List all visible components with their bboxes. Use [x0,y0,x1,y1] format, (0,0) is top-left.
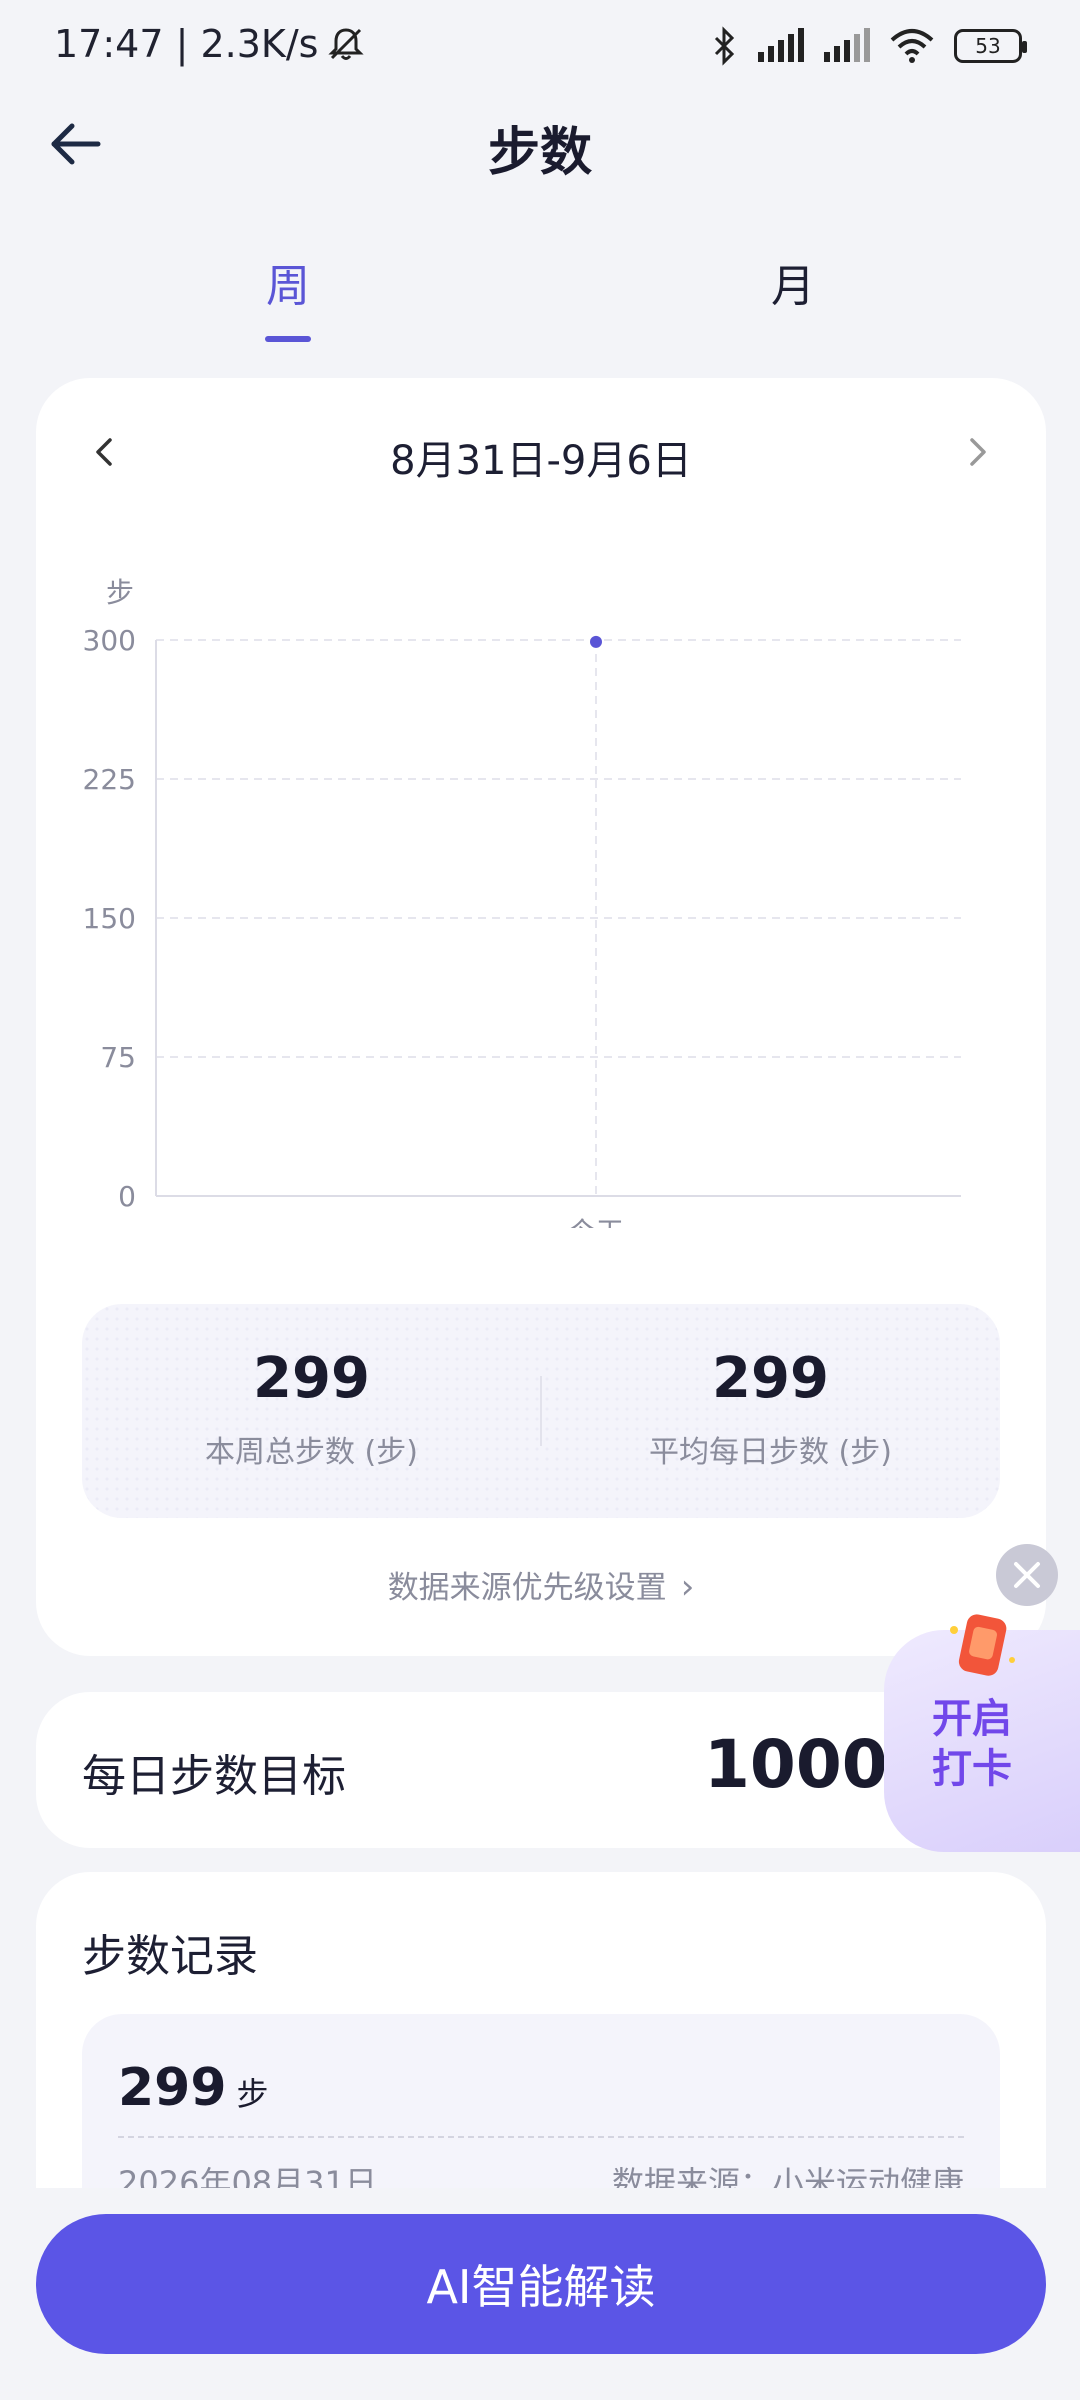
check-in-line1: 开启 [932,1696,1012,1742]
chevron-right-icon[interactable] [958,432,998,472]
record-divider [118,2136,964,2138]
tab-active-indicator [265,336,311,342]
steps-chart-card: 8月31日-9月6日 步 300 225 150 75 0 今天 299 本周总步数 (… [36,378,1046,1656]
x-axis-ticks: 今天 [568,1216,624,1228]
chevron-right-icon: › [680,1567,695,1607]
y-tick-label: 150 [83,902,136,935]
check-in-widget[interactable]: 开启 打卡 [884,1614,1080,1852]
records-title: 步数记录 [82,1931,258,1982]
phone-gift-icon [950,1614,1015,1676]
chart-points [590,635,602,648]
status-left: 17:47 | 2.3K/s [54,22,366,66]
data-source-priority-link[interactable]: 数据来源优先级设置 › [36,1562,1046,1607]
close-icon [1014,1562,1040,1588]
signal-hd-icon [824,28,870,62]
y-tick-label: 0 [118,1180,136,1213]
wifi-icon [890,29,934,63]
weekly-summary: 299 本周总步数 (步) 299 平均每日步数 (步) [82,1304,1000,1518]
summary-average: 299 平均每日步数 (步) [541,1346,1000,1471]
app-header: 步数 [0,100,1080,192]
date-range-label: 8月31日-9月6日 [390,438,692,484]
daily-goal-label: 每日步数目标 [82,1751,346,1802]
avg-steps-label: 平均每日步数 (步) [649,1435,892,1470]
steps-chart: 步 300 225 150 75 0 今天 [83,576,961,1228]
battery-level: 53 [975,34,1001,58]
tab-week[interactable]: 周 [208,250,368,314]
mute-icon [328,28,365,60]
battery-icon: 53 [954,29,1027,63]
total-steps-label: 本周总步数 (步) [205,1435,418,1470]
tab-month[interactable]: 月 [713,250,873,314]
summary-total: 299 本周总步数 (步) [82,1346,541,1471]
x-tick-label: 今天 [568,1216,624,1228]
data-point[interactable] [590,635,602,648]
y-tick-label: 75 [100,1041,136,1074]
status-time-speed: 17:47 | 2.3K/s [54,22,319,66]
period-tabs: 周 月 [0,250,1080,350]
check-in-line2: 打卡 [932,1746,1012,1792]
chart-grid [155,639,961,1197]
bluetooth-icon [714,26,735,66]
record-steps-value: 299 [118,2058,227,2118]
data-source-priority-label: 数据来源优先级设置 [387,1570,667,1606]
page-title: 步数 [487,123,592,183]
status-right: 53 [712,26,1027,66]
signal-r-icon [758,28,804,62]
y-axis-unit-label: 步 [106,576,134,609]
record-steps-unit: 步 [236,2075,269,2113]
floating-close-button[interactable] [996,1544,1058,1606]
check-in-label: 开启 打卡 [932,1694,1012,1794]
y-tick-label: 225 [83,763,136,796]
record-steps: 299 步 [118,2058,269,2118]
avg-steps-value: 299 [712,1346,829,1411]
status-bar: 17:47 | 2.3K/s 53 [0,0,1080,100]
total-steps-value: 299 [253,1346,370,1411]
y-tick-label: 300 [83,624,136,657]
y-axis-ticks: 300 225 150 75 0 [83,624,136,1213]
ai-analysis-button[interactable]: AI智能解读 [36,2214,1046,2354]
